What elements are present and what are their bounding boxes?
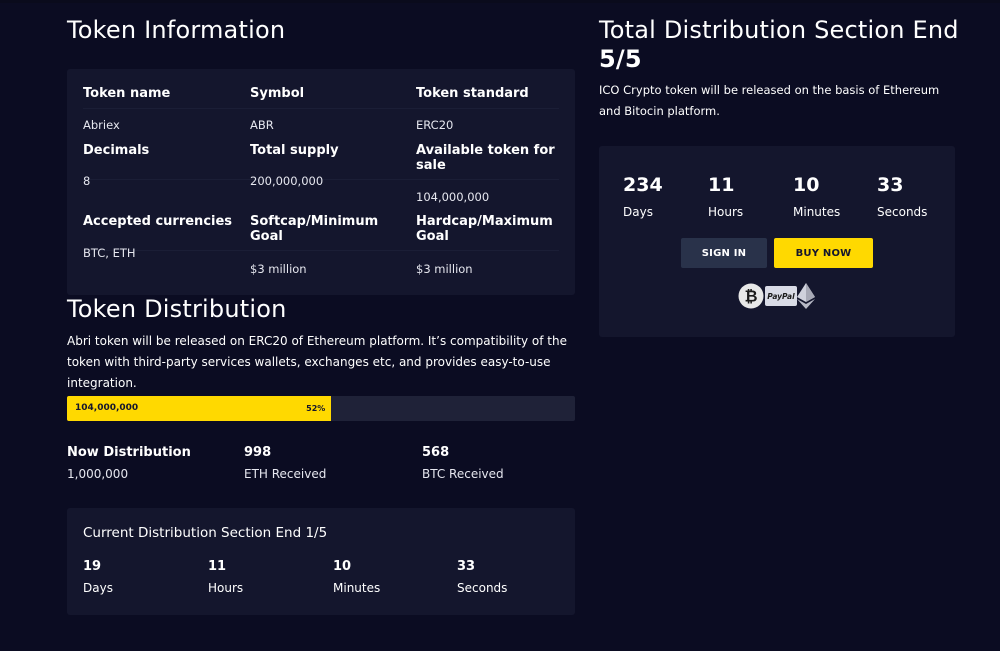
stat-label: ETH Received bbox=[244, 467, 327, 481]
token-information-title: Token Information bbox=[67, 16, 286, 44]
total-distribution-title: Total Distribution Section End 5/5 bbox=[599, 16, 959, 74]
payment-icons: ₿ PayPal bbox=[738, 283, 815, 309]
stat-btc-received: 568 BTC Received bbox=[422, 445, 504, 481]
field-value: 104,000,000 bbox=[416, 190, 490, 204]
countdown-unit: Hours bbox=[208, 581, 244, 595]
countdown-minutes: 10 Minutes bbox=[793, 174, 840, 219]
field-value: ERC20 bbox=[416, 118, 454, 132]
field-label: Softcap/Minimum Goal bbox=[250, 214, 379, 244]
paypal-icon: PayPal bbox=[765, 286, 797, 306]
field-label: Token name bbox=[83, 86, 171, 101]
countdown-value: 234 bbox=[623, 174, 663, 196]
buy-now-button[interactable]: BUY NOW bbox=[774, 238, 873, 268]
countdown-value: 11 bbox=[708, 174, 735, 196]
countdown-days: 234 Days bbox=[623, 174, 663, 219]
countdown-unit: Seconds bbox=[457, 581, 508, 595]
progress-percent: 52% bbox=[306, 404, 326, 413]
field-label: Decimals bbox=[83, 143, 150, 158]
countdown-value: 33 bbox=[877, 174, 904, 196]
countdown-unit: Minutes bbox=[793, 205, 841, 219]
paypal-text: PayPal bbox=[767, 292, 795, 301]
field-label: Token standard bbox=[416, 86, 529, 101]
stat-label: 1,000,000 bbox=[67, 467, 129, 481]
field-label: Accepted currencies bbox=[83, 214, 233, 229]
countdown-unit: Hours bbox=[708, 205, 744, 219]
field-label: Total supply bbox=[250, 143, 339, 158]
field-value: 200,000,000 bbox=[250, 174, 324, 188]
token-info-card: Token name Abriex Symbol ABR Token stand… bbox=[67, 69, 575, 295]
countdown-unit: Days bbox=[83, 581, 113, 595]
title-prefix: Total Distribution Section End bbox=[599, 16, 959, 44]
countdown-value: 19 bbox=[83, 559, 102, 574]
countdown-days: 19 Days bbox=[83, 559, 113, 595]
info-field-token-name: Token name Abriex bbox=[83, 86, 233, 132]
field-value: $3 million bbox=[250, 262, 307, 276]
svg-text:₿: ₿ bbox=[744, 287, 757, 306]
ethereum-icon bbox=[797, 283, 815, 309]
countdown-hours: 11 Hours bbox=[708, 174, 743, 219]
field-value: Abriex bbox=[83, 118, 120, 132]
divider bbox=[83, 250, 559, 251]
progress-amount: 104,000,000 bbox=[75, 403, 139, 413]
countdown-hours: 11 Hours bbox=[208, 559, 243, 595]
token-distribution-title: Token Distribution bbox=[67, 295, 287, 323]
field-value: $3 million bbox=[416, 262, 473, 276]
info-field-total-supply: Total supply 200,000,000 bbox=[250, 143, 400, 188]
current-distribution-card: Current Distribution Section End 1/5 19 … bbox=[67, 508, 575, 615]
countdown-unit: Seconds bbox=[877, 205, 928, 219]
stat-eth-received: 998 ETH Received bbox=[244, 445, 326, 481]
field-label: Symbol bbox=[250, 86, 305, 101]
field-value: ABR bbox=[250, 118, 274, 132]
field-label: Available token for sale bbox=[416, 143, 555, 173]
stat-value: 998 bbox=[244, 445, 272, 460]
field-value: BTC, ETH bbox=[83, 246, 136, 260]
bitcoin-icon: ₿ bbox=[738, 283, 764, 309]
sign-in-button[interactable]: SIGN IN bbox=[681, 238, 767, 268]
info-field-hardcap: Hardcap/Maximum Goal $3 million bbox=[416, 214, 566, 276]
countdown-seconds: 33 Seconds bbox=[877, 174, 927, 219]
stat-label: BTC Received bbox=[422, 467, 504, 481]
countdown-value: 10 bbox=[793, 174, 820, 196]
field-value: 8 bbox=[83, 174, 91, 188]
info-field-decimals: Decimals 8 bbox=[83, 143, 233, 188]
countdown-minutes: 10 Minutes bbox=[333, 559, 380, 595]
stat-now-distribution: Now Distribution 1,000,000 bbox=[67, 445, 191, 481]
divider bbox=[83, 108, 559, 109]
stat-value: 568 bbox=[422, 445, 450, 460]
countdown-unit: Minutes bbox=[333, 581, 381, 595]
info-field-token-standard: Token standard ERC20 bbox=[416, 86, 566, 132]
countdown-unit: Days bbox=[623, 205, 653, 219]
info-field-symbol: Symbol ABR bbox=[250, 86, 400, 132]
countdown-value: 11 bbox=[208, 559, 227, 574]
field-label: Hardcap/Maximum Goal bbox=[416, 214, 553, 244]
countdown-value: 33 bbox=[457, 559, 476, 574]
main-countdown-card: 234 Days 11 Hours 10 Minutes 33 Seconds … bbox=[599, 146, 955, 337]
countdown-seconds: 33 Seconds bbox=[457, 559, 507, 595]
title-fraction: 5/5 bbox=[599, 45, 642, 73]
info-field-available-for-sale: Available token for sale 104,000,000 bbox=[416, 143, 566, 204]
top-border bbox=[0, 0, 1000, 3]
info-field-softcap: Softcap/Minimum Goal $3 million bbox=[250, 214, 400, 276]
countdown-value: 10 bbox=[333, 559, 352, 574]
stat-value: Now Distribution bbox=[67, 445, 191, 460]
total-distribution-description: ICO Crypto token will be released on the… bbox=[599, 83, 940, 118]
token-distribution-description: Abri token will be released on ERC20 of … bbox=[67, 334, 567, 390]
current-distribution-title: Current Distribution Section End 1/5 bbox=[83, 525, 328, 541]
distribution-progress-bar: 104,000,000 52% bbox=[67, 396, 575, 421]
info-field-accepted-currencies: Accepted currencies BTC, ETH bbox=[83, 214, 233, 260]
